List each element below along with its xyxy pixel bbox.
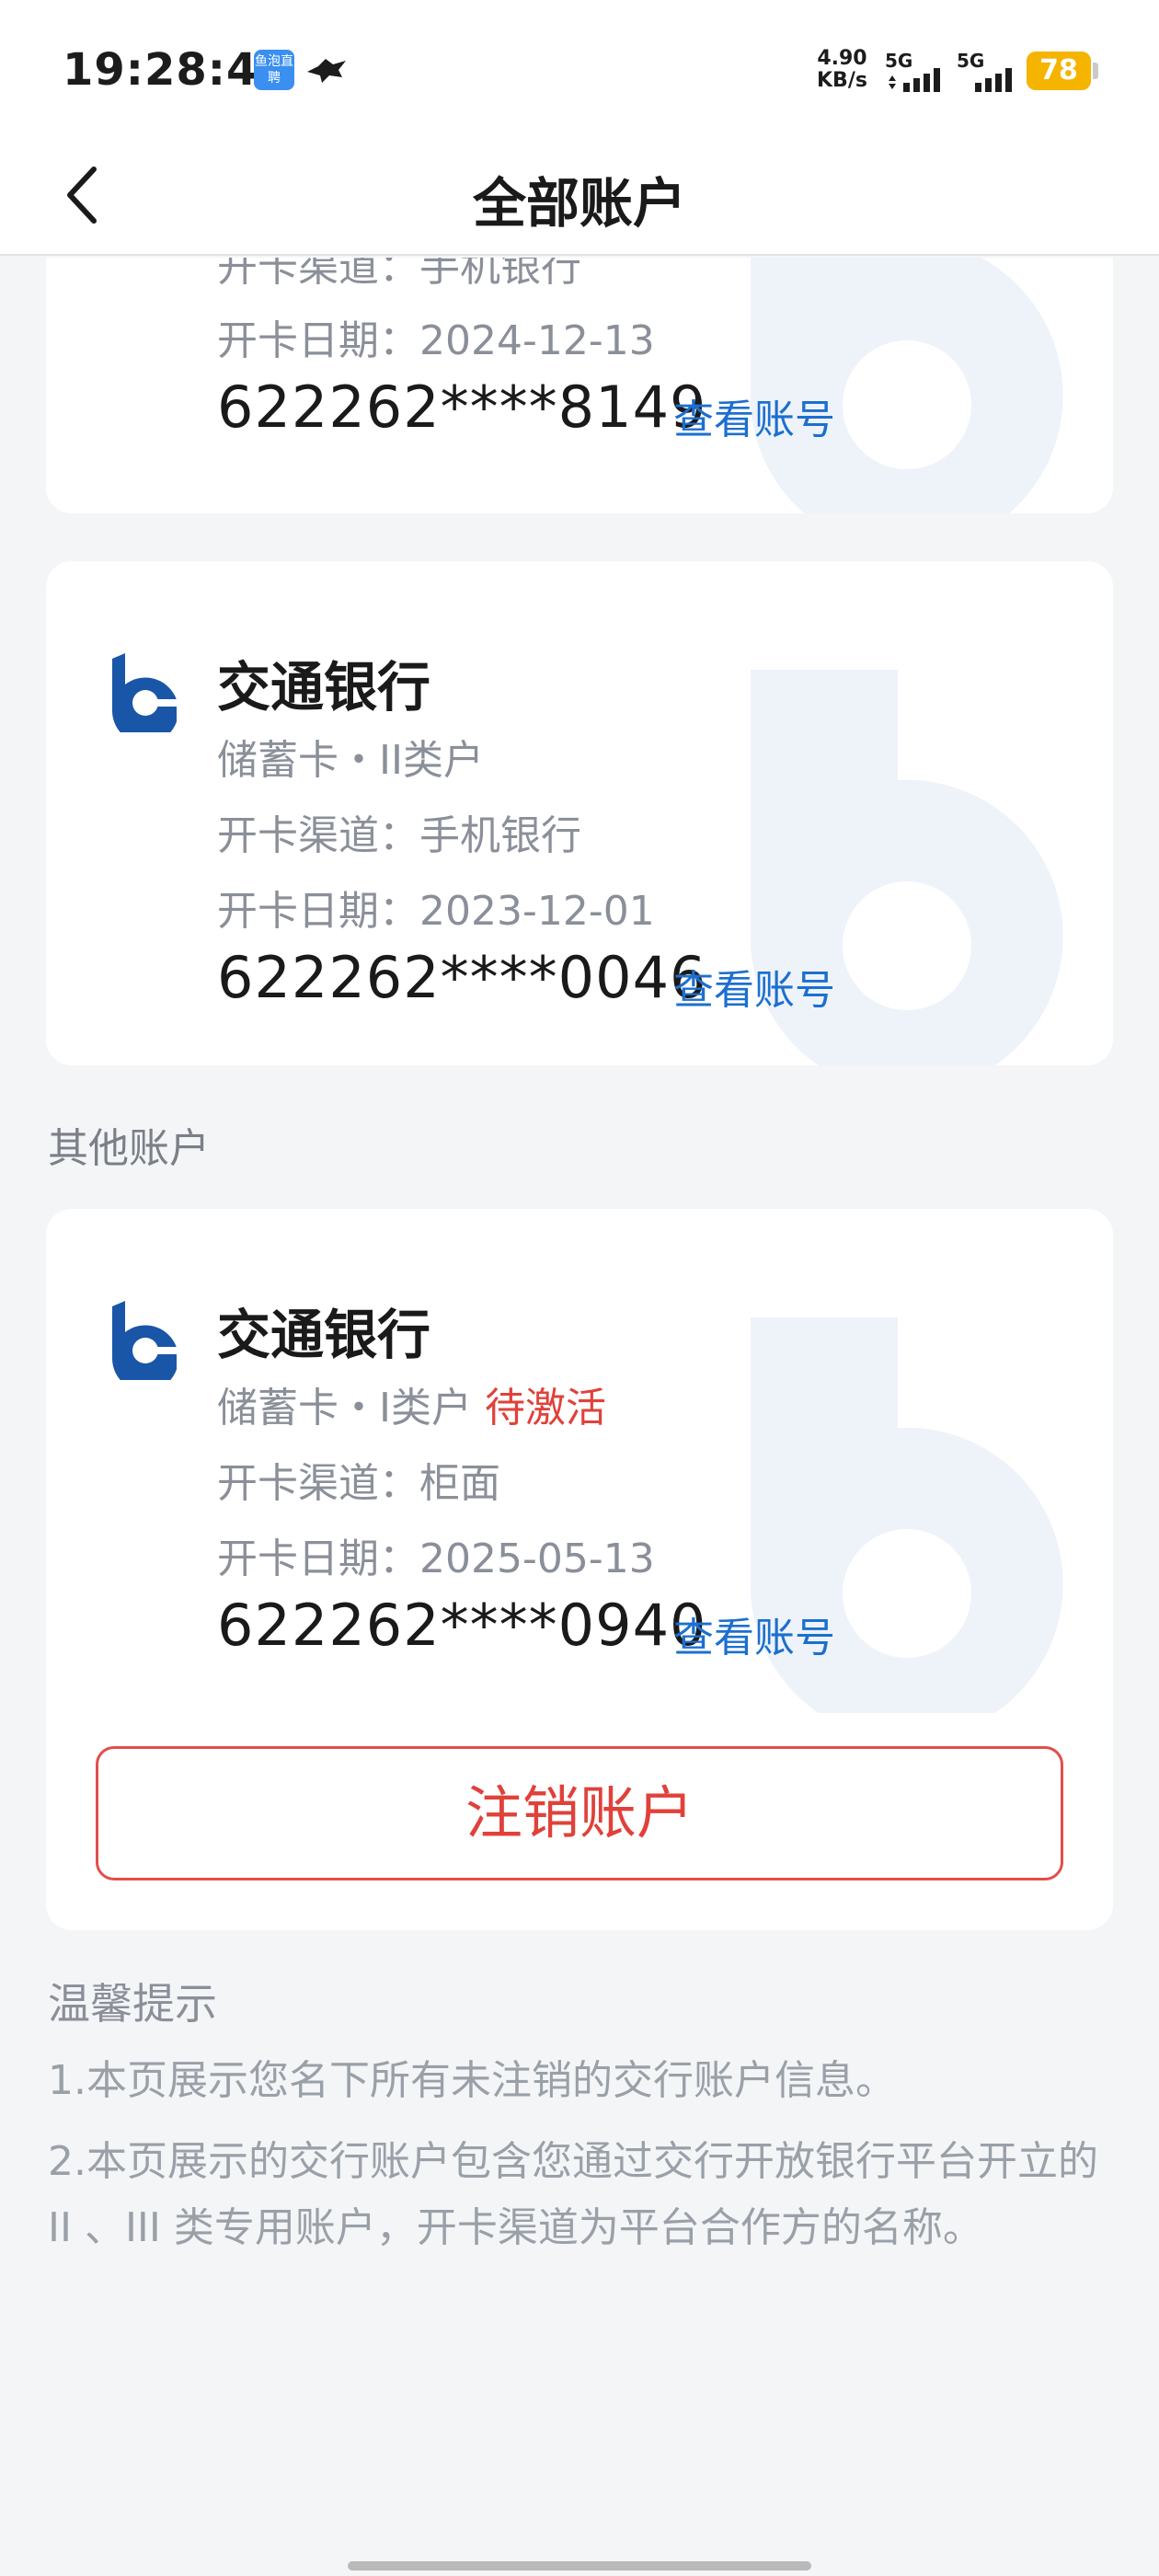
bocom-logo-icon [111, 1301, 177, 1380]
card-type: 储蓄卡・I类户 [217, 1385, 472, 1432]
card-type-row: 储蓄卡・I类户 待激活 [217, 1374, 606, 1433]
open-date: 开卡日期：2023-12-01 [217, 888, 655, 935]
open-channel: 开卡渠道：柜面 [217, 1460, 500, 1507]
status-badge: 待激活 [484, 1385, 606, 1432]
bocom-logo-icon [111, 653, 177, 732]
account-card: 开卡渠道：手机银行 开卡日期：2024-12-13 622262****8149… [46, 258, 1113, 513]
account-number: 622262****0940 [217, 1592, 707, 1659]
open-date: 开卡日期：2024-12-13 [217, 317, 655, 364]
open-date: 开卡日期：2025-05-13 [217, 1535, 655, 1582]
signal-strength-icon-2: 5G [957, 50, 1021, 92]
account-number: 622262****0046 [217, 944, 707, 1011]
bank-name: 交通银行 [217, 1304, 431, 1366]
account-list[interactable]: 开卡渠道：手机银行 开卡日期：2024-12-13 622262****8149… [0, 258, 1159, 2576]
cancel-account-button[interactable]: 注销账户 [96, 1746, 1063, 1880]
account-number: 622262****8149 [217, 374, 707, 441]
battery-icon: 78 [1027, 52, 1098, 90]
net-speed-value: 4.90 [817, 47, 867, 70]
page-title: 全部账户 [472, 172, 686, 235]
section-label-other-accounts: 其他账户 [48, 1125, 210, 1172]
card-type: 储蓄卡・II类户 [217, 737, 484, 784]
view-account-link[interactable]: 查看账号 [673, 386, 835, 445]
net-speed-unit: KB/s [817, 69, 867, 92]
account-card: 交通银行 储蓄卡・I类户 待激活 开卡渠道：柜面 开卡日期：2025-05-13… [46, 1209, 1113, 1930]
nav-bar: 全部账户 [0, 138, 1159, 256]
view-account-link[interactable]: 查看账号 [673, 957, 835, 1016]
status-bar: 19:28:42 鱼泡直聘 4.90 KB/s 5G 5G 78 [0, 0, 1159, 138]
tip-item: 1.本页展示您名下所有未注销的交行账户信息。 [48, 2057, 896, 2104]
network-speed: 4.90 KB/s [817, 48, 867, 92]
account-card: 交通银行 储蓄卡・II类户 开卡渠道：手机银行 开卡日期：2023-12-01 … [46, 561, 1113, 1065]
tips-title: 温馨提示 [48, 1979, 217, 2029]
open-channel: 开卡渠道：手机银行 [217, 812, 581, 859]
signal-strength-icon: 5G [885, 50, 949, 92]
bank-logo-watermark-icon [751, 258, 1063, 513]
bird-notification-icon [307, 59, 346, 83]
bank-name: 交通银行 [217, 656, 431, 719]
app-notification-icon: 鱼泡直聘 [254, 50, 294, 90]
view-account-link[interactable]: 查看账号 [673, 1604, 835, 1663]
home-indicator[interactable] [348, 2561, 811, 2570]
tip-item: 2.本页展示的交行账户包含您通过交行开放银行平台开立的 II 、III 类专用账… [48, 2138, 1098, 2251]
open-channel: 开卡渠道：手机银行 [217, 258, 581, 291]
